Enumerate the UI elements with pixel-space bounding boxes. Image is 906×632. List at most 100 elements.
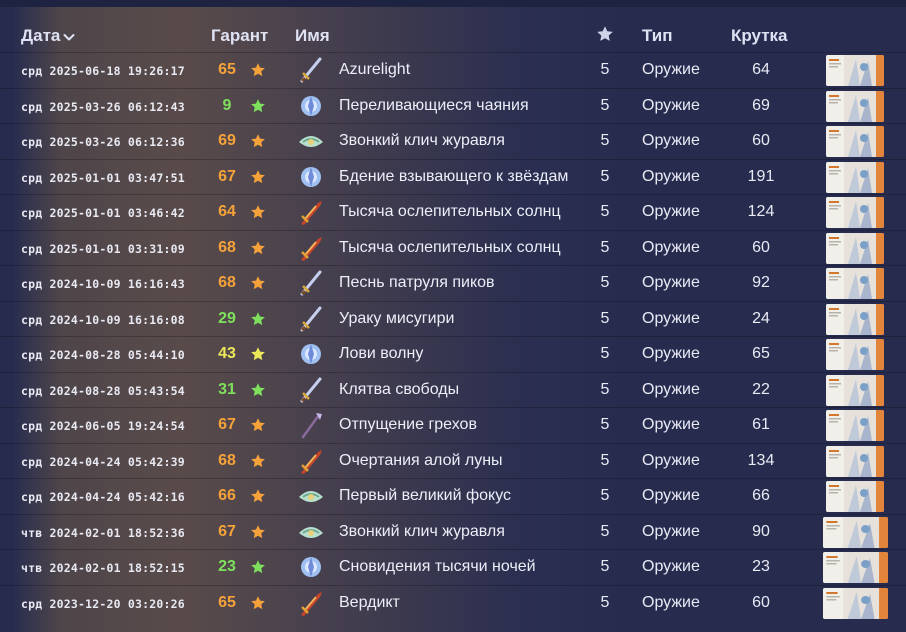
top-bar bbox=[0, 0, 906, 7]
pull-date: срд 2025-03-26 06:12:43 bbox=[21, 99, 185, 114]
item-name[interactable]: Тысяча ослепительных солнц bbox=[339, 239, 561, 257]
banner-thumbnail[interactable] bbox=[823, 516, 888, 548]
catalyst-icon bbox=[301, 557, 321, 577]
banner-thumbnail[interactable] bbox=[826, 126, 884, 157]
item-type: Оружие bbox=[642, 274, 700, 291]
item-name[interactable]: Звонкий клич журавля bbox=[339, 132, 505, 150]
item-name[interactable]: Переливающиеся чаяния bbox=[339, 97, 529, 115]
banner-thumbnail[interactable] bbox=[826, 445, 884, 477]
item-name[interactable]: Очертания алой луны bbox=[339, 452, 503, 470]
table-row[interactable]: срд 2025-03-26 06:12:43 9 Переливающиеся ч… bbox=[0, 87, 906, 124]
item-name[interactable]: Вердикт bbox=[339, 594, 400, 612]
banner-thumbnail[interactable] bbox=[826, 339, 884, 370]
star-icon bbox=[251, 347, 265, 361]
pull-date: чтв 2024-02-01 18:52:36 bbox=[21, 525, 185, 540]
guarantee-count: 9 bbox=[222, 96, 232, 114]
table-row[interactable]: срд 2024-06-05 19:24:54 67 Отпущение грехо… bbox=[0, 407, 906, 443]
claymore-icon bbox=[301, 449, 322, 474]
sword-icon bbox=[300, 57, 322, 83]
banner-thumbnail[interactable] bbox=[826, 374, 884, 406]
pull-number: 22 bbox=[752, 380, 770, 398]
table-row[interactable]: срд 2023-12-20 03:20:26 65 Вердикт 5 Оружие 6… bbox=[0, 584, 906, 621]
type-header[interactable]: Тип bbox=[642, 26, 672, 46]
chevron-down-icon bbox=[63, 34, 75, 41]
banner-thumbnail[interactable] bbox=[826, 268, 884, 299]
star-icon bbox=[251, 595, 265, 609]
catalyst-icon bbox=[301, 344, 321, 364]
item-name[interactable]: Тысяча ослепительных солнц bbox=[339, 203, 561, 221]
table-row[interactable]: срд 2025-01-01 03:47:51 67 Бдение взывающе… bbox=[0, 158, 906, 195]
banner-thumbnail[interactable] bbox=[823, 552, 888, 583]
table-row[interactable]: срд 2025-03-26 06:12:36 69 Звонкий клич жу… bbox=[0, 123, 906, 159]
banner-thumbnail[interactable] bbox=[826, 303, 884, 335]
name-header[interactable]: Имя bbox=[295, 26, 330, 46]
pull-date: срд 2025-01-01 03:47:51 bbox=[21, 170, 185, 185]
table-row[interactable]: чтв 2024-02-01 18:52:15 23 Сновидения тыся… bbox=[0, 549, 906, 585]
banner-thumbnail[interactable] bbox=[826, 481, 884, 512]
banner-thumbnail[interactable] bbox=[826, 55, 884, 86]
item-type: Оружие bbox=[642, 487, 700, 504]
rarity-value: 5 bbox=[600, 451, 610, 469]
sword-icon bbox=[300, 377, 322, 402]
rarity-value: 5 bbox=[600, 96, 610, 114]
banner-thumbnail[interactable] bbox=[826, 232, 884, 264]
sword-icon bbox=[300, 306, 322, 331]
pull-header[interactable]: Крутка bbox=[731, 26, 788, 46]
pull-number: 24 bbox=[752, 309, 770, 327]
table-row[interactable]: срд 2024-08-28 05:43:54 31 Клятва свободы 5… bbox=[0, 371, 906, 408]
item-name[interactable]: Отпущение грехов bbox=[339, 416, 477, 434]
item-type: Оружие bbox=[642, 167, 700, 185]
item-type: Оружие bbox=[642, 593, 700, 611]
table-row[interactable]: срд 2024-04-24 05:42:16 66 Первый великий … bbox=[0, 478, 906, 514]
pull-number: 64 bbox=[752, 61, 770, 78]
banner-thumbnail[interactable] bbox=[826, 197, 884, 228]
item-name[interactable]: Сновидения тысячи ночей bbox=[339, 558, 536, 576]
item-type: Оружие bbox=[642, 203, 700, 220]
item-type: Оружие bbox=[642, 522, 700, 540]
banner-thumbnail[interactable] bbox=[826, 90, 884, 122]
rarity-value: 5 bbox=[600, 416, 610, 433]
table-row[interactable]: срд 2024-04-24 05:42:39 68 Очертания алой … bbox=[0, 442, 906, 479]
date-header-label: Дата bbox=[21, 26, 61, 45]
table-row[interactable]: срд 2024-10-09 16:16:43 68 Песнь патруля п… bbox=[0, 265, 906, 301]
table-row[interactable]: срд 2024-10-09 16:16:08 29 Ураку мисугири 5… bbox=[0, 300, 906, 337]
star-icon bbox=[251, 311, 265, 325]
item-name[interactable]: Звонкий клич журавля bbox=[339, 523, 505, 541]
pull-date: срд 2025-01-01 03:31:09 bbox=[21, 241, 185, 256]
rarity-value: 5 bbox=[600, 309, 610, 327]
rarity-header[interactable] bbox=[596, 25, 614, 48]
bow-icon bbox=[299, 136, 323, 147]
guarantee-count: 68 bbox=[218, 238, 236, 256]
item-type: Оружие bbox=[642, 96, 700, 114]
pull-number: 92 bbox=[752, 274, 770, 291]
star-icon bbox=[251, 98, 265, 112]
rarity-value: 5 bbox=[600, 593, 610, 611]
table-row[interactable]: срд 2025-06-18 19:26:17 65 Azurelight 5 Оруж… bbox=[0, 52, 906, 88]
pull-number: 60 bbox=[752, 593, 770, 611]
item-name[interactable]: Первый великий фокус bbox=[339, 487, 511, 505]
item-name[interactable]: Клятва свободы bbox=[339, 381, 459, 399]
banner-thumbnail[interactable] bbox=[826, 161, 884, 193]
item-name[interactable]: Бдение взывающего к звёздам bbox=[339, 168, 568, 186]
banner-thumbnail[interactable] bbox=[826, 410, 884, 441]
item-name[interactable]: Azurelight bbox=[339, 61, 410, 79]
guarantee-count: 65 bbox=[218, 61, 236, 78]
table-row[interactable]: чтв 2024-02-01 18:52:36 67 Звонкий клич жу… bbox=[0, 513, 906, 550]
guarantee-header[interactable]: Гарант bbox=[211, 26, 268, 46]
table-row[interactable]: срд 2025-01-01 03:46:42 64 Тысяча ослепите… bbox=[0, 194, 906, 230]
item-name[interactable]: Песнь патруля пиков bbox=[339, 274, 495, 292]
rarity-value: 5 bbox=[600, 558, 610, 575]
table-row[interactable]: срд 2024-08-28 05:44:10 43 Лови волну 5 Оруж… bbox=[0, 336, 906, 372]
item-name[interactable]: Лови волну bbox=[339, 345, 423, 363]
star-icon bbox=[251, 489, 265, 503]
banner-thumbnail[interactable] bbox=[823, 587, 888, 619]
bow-icon bbox=[299, 526, 323, 538]
star-icon bbox=[251, 205, 265, 219]
rarity-value: 5 bbox=[600, 61, 610, 78]
sort-by-date-header[interactable]: Дата bbox=[21, 26, 76, 46]
pull-date: чтв 2024-02-01 18:52:15 bbox=[21, 561, 185, 575]
pull-date: срд 2025-03-26 06:12:36 bbox=[21, 135, 185, 149]
item-name[interactable]: Ураку мисугири bbox=[339, 310, 454, 328]
table-row[interactable]: срд 2025-01-01 03:31:09 68 Тысяча ослепите… bbox=[0, 229, 906, 266]
pull-number: 61 bbox=[752, 416, 770, 433]
